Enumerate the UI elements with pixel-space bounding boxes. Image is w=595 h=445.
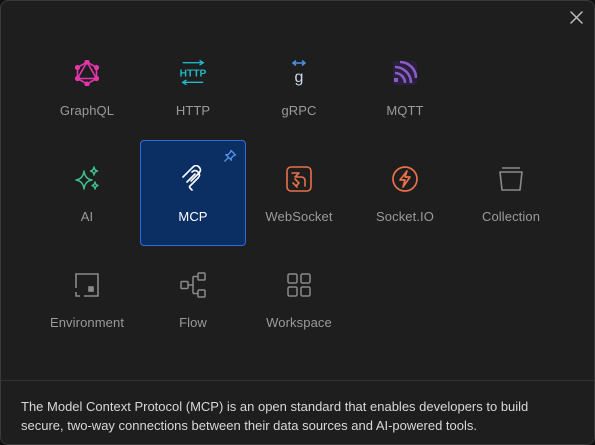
tile-label: Flow [179,315,207,330]
flow-icon [179,271,207,299]
tile-mcp[interactable]: MCP [140,140,246,246]
graphql-icon [73,59,101,87]
tile-label: GraphQL [59,103,115,118]
close-icon [569,10,583,24]
tile-workspace[interactable]: Workspace [246,246,352,352]
tile-label: HTTP [175,103,211,118]
tile-collection[interactable]: Collection [458,140,564,246]
tile-label: Collection [481,209,541,224]
tile-websocket[interactable]: WebSocket [246,140,352,246]
environment-icon [73,271,101,299]
tile-label: AI [80,209,94,224]
pin-icon[interactable] [223,149,237,163]
tile-empty [458,34,564,140]
tile-grpc[interactable]: g gRPC [246,34,352,140]
tile-ai[interactable]: AI [34,140,140,246]
svg-text:HTTP: HTTP [180,69,207,80]
tile-http[interactable]: HTTP HTTP [140,34,246,140]
mqtt-icon [391,59,419,87]
item-type-grid: GraphQL HTTP HTTP g gRPC MQTT AI MCP Web… [34,34,564,352]
tile-label: MCP [178,209,208,224]
sparkles-icon [73,165,101,193]
tile-label: Socket.IO [376,209,434,224]
svg-text:g: g [295,69,304,86]
tile-label: gRPC [281,103,317,118]
new-item-dialog: GraphQL HTTP HTTP g gRPC MQTT AI MCP Web… [0,0,595,445]
grpc-icon: g [285,59,313,87]
description-text: The Model Context Protocol (MCP) is an o… [21,399,529,433]
tile-graphql[interactable]: GraphQL [34,34,140,140]
websocket-icon [285,165,313,193]
tile-mqtt[interactable]: MQTT [352,34,458,140]
tile-label: Workspace [266,315,332,330]
collection-icon [497,165,525,193]
description-panel: The Model Context Protocol (MCP) is an o… [1,380,594,444]
tile-label: WebSocket [265,209,333,224]
close-button[interactable] [566,7,586,27]
tile-socketio[interactable]: Socket.IO [352,140,458,246]
http-icon: HTTP [179,59,207,87]
workspace-icon [285,271,313,299]
tile-environment[interactable]: Environment [34,246,140,352]
tile-label: MQTT [386,103,424,118]
tile-flow[interactable]: Flow [140,246,246,352]
tile-label: Environment [49,315,125,330]
socketio-icon [391,165,419,193]
mcp-icon [179,165,207,193]
